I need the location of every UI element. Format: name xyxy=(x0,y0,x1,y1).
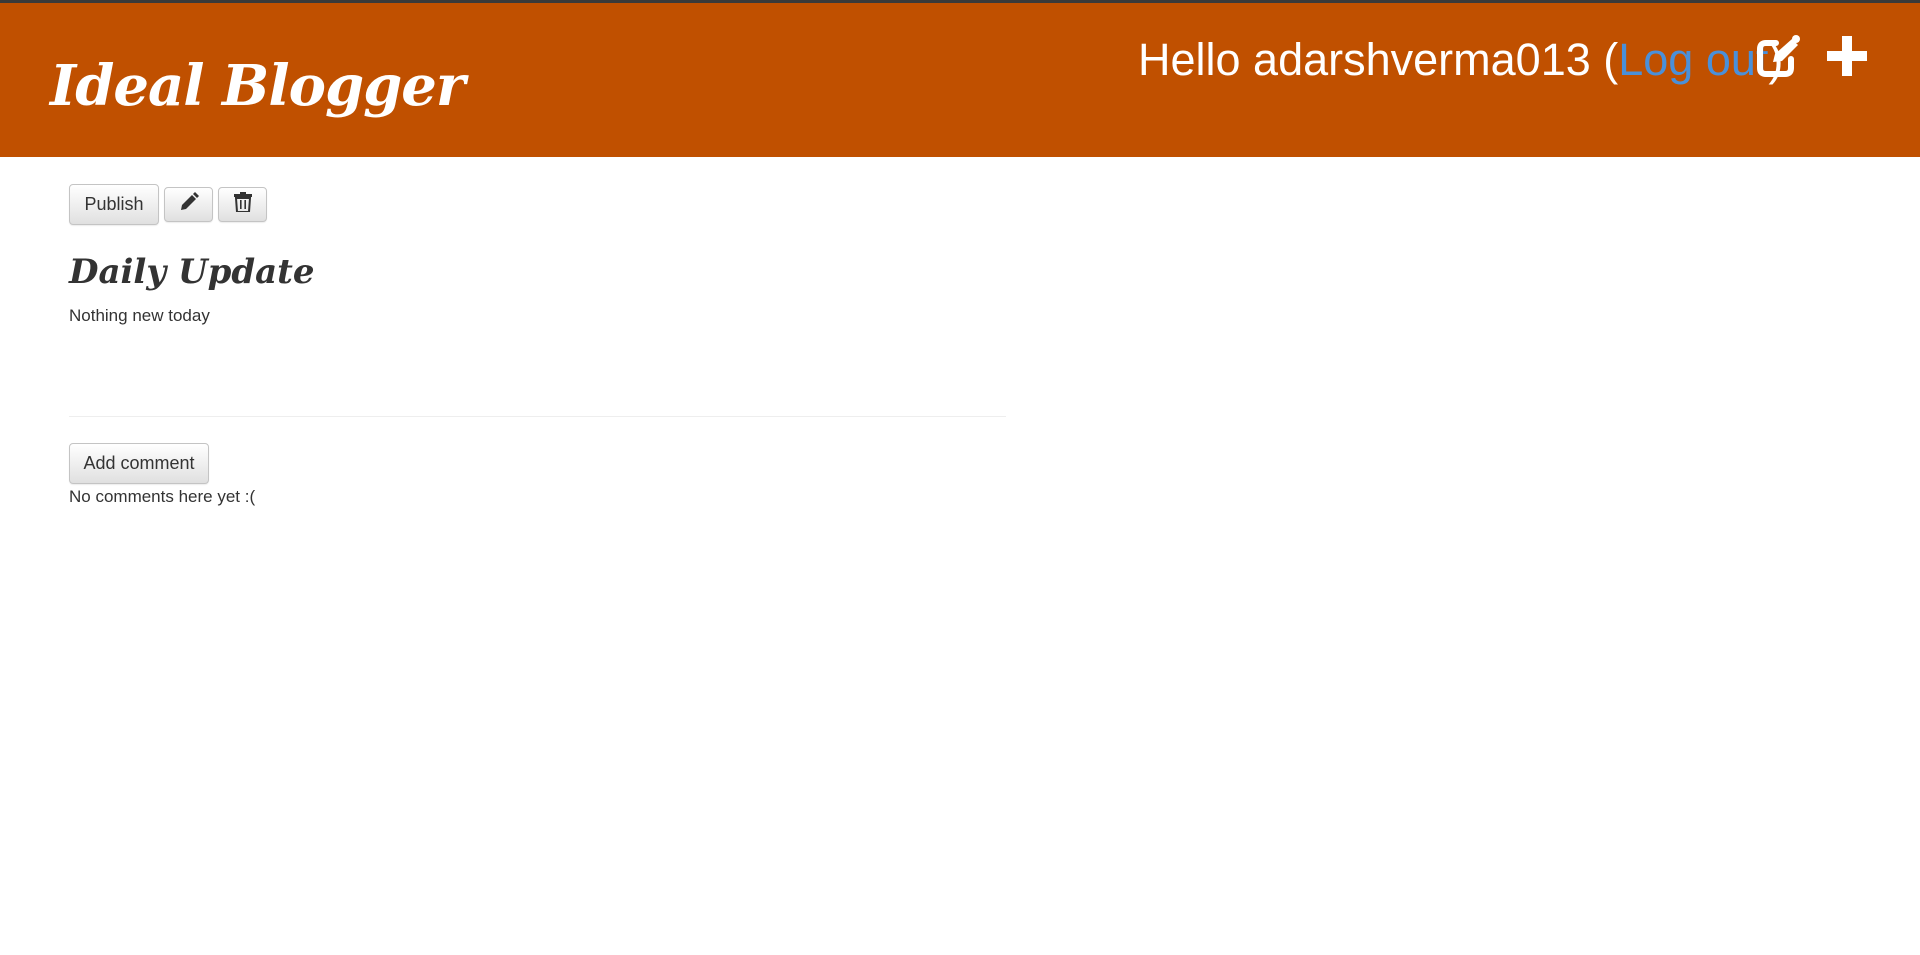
no-comments-text: No comments here yet :( xyxy=(69,487,256,506)
edit-square-icon[interactable] xyxy=(1756,34,1802,78)
greeting-prefix: Hello adarshverma013 ( xyxy=(1138,34,1619,85)
logout-link[interactable]: Log out xyxy=(1618,34,1768,85)
site-brand[interactable]: Ideal Blogger xyxy=(50,51,465,121)
delete-post-button[interactable] xyxy=(218,187,267,222)
publish-button[interactable]: Publish xyxy=(69,184,159,225)
site-header: Ideal Blogger Hello adarshverma013 (Log … xyxy=(0,3,1920,157)
trash-icon xyxy=(233,192,252,217)
user-greeting: Hello adarshverma013 (Log out) xyxy=(1138,33,1783,87)
pencil-icon xyxy=(179,192,199,217)
plus-icon[interactable] xyxy=(1826,35,1868,77)
post-body: Nothing new today xyxy=(69,306,210,325)
add-comment-button[interactable]: Add comment xyxy=(69,443,209,484)
edit-post-button[interactable] xyxy=(164,187,213,222)
divider xyxy=(69,416,1006,417)
post-title: Daily Update xyxy=(69,252,315,292)
